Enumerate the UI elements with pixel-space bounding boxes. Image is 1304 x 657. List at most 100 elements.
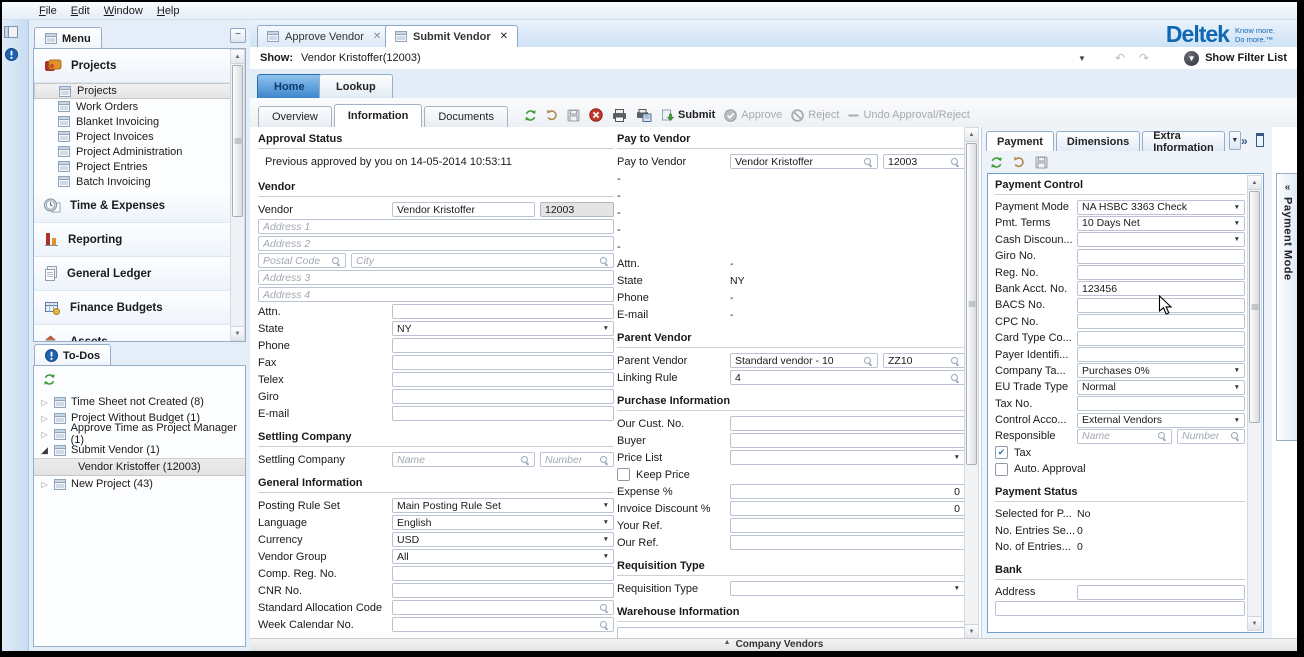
scroll-up-icon[interactable]: ▲ (965, 128, 978, 142)
select-input[interactable]: Normal▼ (1077, 380, 1245, 395)
scroll-down-icon[interactable]: ▼ (965, 624, 978, 638)
expand-icon[interactable]: ▷ (40, 398, 49, 407)
reject-button[interactable]: Reject (791, 109, 839, 122)
scroll-up-icon[interactable]: ▲ (1248, 176, 1261, 190)
text-input[interactable] (1077, 265, 1245, 280)
refresh-icon[interactable] (990, 156, 1003, 169)
nav-forward-icon[interactable]: ↷ (1139, 51, 1149, 65)
search-icon[interactable] (950, 157, 960, 167)
scroll-up-icon[interactable]: ▲ (231, 50, 244, 64)
select-input[interactable]: All▼ (392, 549, 614, 564)
select-input[interactable]: NY▼ (392, 321, 614, 336)
show-filter-list-icon[interactable]: ▼ (1184, 51, 1199, 66)
text-input[interactable]: Standard vendor - 10 (730, 353, 878, 368)
tab-menu[interactable]: Menu (34, 27, 102, 49)
sidebar-group-general-ledger[interactable]: General Ledger (34, 257, 245, 291)
search-icon[interactable] (599, 603, 609, 613)
search-icon[interactable] (599, 256, 609, 266)
sidebar-item-project-administration[interactable]: Project Administration (34, 144, 245, 159)
expand-icon[interactable]: ▷ (40, 414, 49, 423)
document-tab-approve-vendor[interactable]: Approve Vendor✕ (257, 25, 391, 47)
todo-item[interactable]: ▷Time Sheet not Created (8) (34, 394, 245, 410)
text-input[interactable]: Name (392, 452, 535, 467)
select-input[interactable]: ▼ (1077, 232, 1245, 247)
select-input[interactable]: Purchases 0%▼ (1077, 363, 1245, 378)
close-tab-icon[interactable]: ✕ (373, 31, 381, 42)
submit-button[interactable]: Submit (661, 109, 715, 122)
save-icon[interactable] (567, 109, 580, 122)
show-filter-value[interactable]: Vendor Kristoffer(12003) (301, 52, 1078, 64)
menu-panel-icon[interactable] (2, 24, 20, 40)
print-preview-icon[interactable] (636, 109, 652, 122)
search-icon[interactable] (950, 356, 960, 366)
checkbox[interactable]: ✔ (995, 446, 1008, 459)
text-input[interactable]: 0 (730, 501, 965, 516)
text-input[interactable]: Address 4 (258, 287, 614, 302)
scroll-down-icon[interactable]: ▼ (231, 326, 244, 340)
undo-icon[interactable] (546, 109, 558, 121)
text-input[interactable]: 12003 (540, 202, 614, 217)
panel-tab-extra-information[interactable]: Extra Information (1142, 131, 1225, 151)
sidebar-item-blanket-invoicing[interactable]: Blanket Invoicing (34, 114, 245, 129)
print-icon[interactable] (612, 109, 627, 122)
text-input[interactable]: Number (540, 452, 614, 467)
text-input[interactable]: Postal Code (258, 253, 346, 268)
menu-help[interactable]: Help (150, 5, 187, 17)
checkbox[interactable] (617, 468, 630, 481)
delete-icon[interactable] (589, 108, 603, 122)
text-input[interactable] (392, 600, 614, 615)
text-input[interactable] (1077, 396, 1245, 411)
select-input[interactable]: 10 Days Net▼ (1077, 216, 1245, 231)
close-tab-icon[interactable]: ✕ (500, 31, 508, 42)
text-input[interactable] (1077, 249, 1245, 264)
text-input[interactable]: Vendor Kristoffer (392, 202, 535, 217)
expand-icon[interactable]: ▷ (40, 430, 49, 439)
search-icon[interactable] (863, 157, 873, 167)
sidebar-item-project-entries[interactable]: Project Entries (34, 159, 245, 174)
text-input[interactable]: Address 1 (258, 219, 614, 234)
document-tab-submit-vendor[interactable]: Submit Vendor✕ (385, 25, 518, 47)
text-input[interactable]: 4 (730, 370, 965, 385)
text-input[interactable] (730, 416, 965, 431)
tab-todos[interactable]: To-Dos (34, 344, 111, 366)
tab-information[interactable]: Information (334, 104, 423, 127)
undo-approval-button[interactable]: Undo Approval/Reject (848, 109, 969, 121)
todo-item[interactable]: ▷New Project (43) (34, 476, 245, 492)
nav-back-icon[interactable]: ↶ (1115, 51, 1125, 65)
tab-overview[interactable]: Overview (258, 106, 332, 127)
expand-icon[interactable]: ▷ (40, 480, 49, 489)
search-icon[interactable] (1230, 431, 1240, 441)
checkbox[interactable] (995, 463, 1008, 476)
select-input[interactable]: ▼ (730, 581, 965, 596)
search-icon[interactable] (863, 356, 873, 366)
undo-icon[interactable] (1013, 156, 1025, 168)
sidebar-group-projects[interactable]: Projects (34, 49, 245, 83)
select-input[interactable]: English▼ (392, 515, 614, 530)
refresh-icon[interactable] (42, 372, 56, 386)
panel-scrollbar[interactable]: ▲ ▼ (1247, 175, 1262, 631)
show-filter-list-label[interactable]: Show Filter List (1205, 52, 1287, 64)
sidebar-item-batch-invoicing[interactable]: Batch Invoicing (34, 174, 245, 189)
search-icon[interactable] (1157, 431, 1167, 441)
text-input[interactable]: Vendor Kristoffer (730, 154, 878, 169)
text-input[interactable]: City (351, 253, 614, 268)
text-input[interactable] (392, 583, 614, 598)
tab-overflow-icon[interactable]: ▼ (1229, 131, 1241, 150)
text-input[interactable]: Address 2 (258, 236, 614, 251)
text-input[interactable]: Address 3 (258, 270, 614, 285)
scrollbar-thumb[interactable] (232, 65, 243, 217)
text-input[interactable]: Number (1177, 429, 1245, 444)
nav-scrollbar[interactable]: ▲▼ (230, 49, 245, 341)
refresh-icon[interactable] (524, 109, 537, 122)
text-input[interactable] (730, 518, 965, 533)
text-input[interactable] (995, 601, 1245, 616)
text-input[interactable] (392, 566, 614, 581)
menu-edit[interactable]: Edit (64, 5, 97, 17)
search-icon[interactable] (599, 620, 609, 630)
text-input[interactable] (1077, 585, 1245, 600)
search-icon[interactable] (520, 455, 530, 465)
sidebar-group-finance-budgets[interactable]: Finance Budgets (34, 291, 245, 325)
select-input[interactable]: ▼ (730, 450, 965, 465)
tab-documents[interactable]: Documents (424, 106, 508, 127)
scrollbar-thumb[interactable] (1249, 191, 1260, 423)
